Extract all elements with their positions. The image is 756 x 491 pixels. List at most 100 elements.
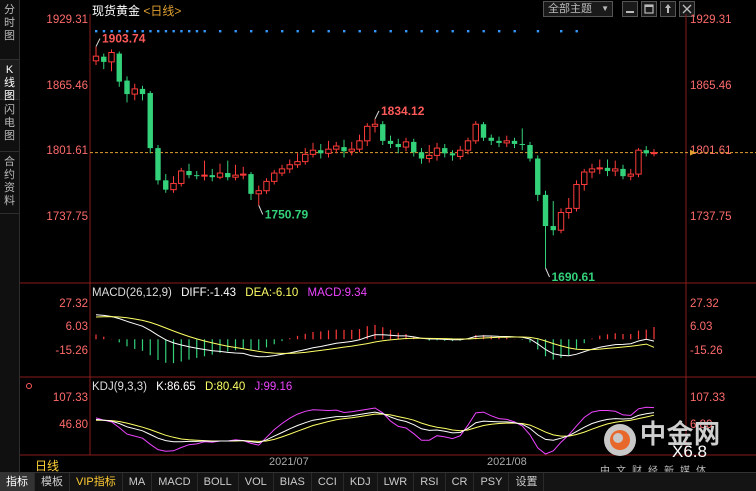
candle-body <box>108 52 115 63</box>
indicator-tab[interactable]: VOL <box>239 473 274 491</box>
watermark: 中金网 X6.8 中文财经新媒体 <box>600 418 756 477</box>
indicator-tab[interactable]: MACD <box>152 473 198 491</box>
indicator-tab[interactable]: BIAS <box>274 473 312 491</box>
indicator-toolbar: 指标 模板 VIP指标 MA MACD BOLL VOL BIAS CCI KDJ LWR RSI CR… <box>0 472 756 491</box>
signal-dot <box>188 30 191 33</box>
kdj-d-line <box>96 413 655 442</box>
signal-dot <box>482 30 485 33</box>
signal-dot <box>420 30 423 33</box>
signal-dot <box>296 30 299 33</box>
candle-body <box>124 80 130 95</box>
chart-window: 分时图 K线图 闪电图 合约资料 现货黄金 <日线> 全部主题 ▼ 1929.31 1… <box>0 0 756 491</box>
indicator-tab[interactable]: LWR <box>378 473 415 491</box>
candle-body <box>581 171 588 185</box>
candle-body <box>542 194 549 227</box>
candle-body <box>604 167 611 171</box>
candle-body <box>325 148 332 154</box>
candle-body <box>286 164 293 170</box>
candle-body <box>309 149 317 155</box>
candle-body <box>216 172 224 178</box>
annotation-leader <box>258 205 264 215</box>
candle-body <box>318 150 324 154</box>
signal-dot <box>358 30 361 33</box>
candle-body <box>620 168 626 177</box>
candle-body <box>333 145 340 150</box>
candle-body <box>364 125 371 142</box>
candle-body <box>418 152 425 159</box>
candle-body <box>240 173 247 176</box>
candle-body <box>527 144 533 159</box>
candle-body <box>573 183 580 209</box>
candle-body <box>170 182 177 191</box>
candle-body <box>395 143 401 148</box>
indicator-tab[interactable]: CCI <box>312 473 344 491</box>
signal-dot <box>312 30 315 33</box>
signal-dot <box>389 30 392 33</box>
candle-body <box>186 170 192 176</box>
candle-body <box>650 152 658 155</box>
indicator-tab[interactable]: CR <box>446 473 475 491</box>
candle-body <box>263 180 270 192</box>
annotation-leader <box>95 38 101 47</box>
indicator-tab[interactable]: 设置 <box>509 473 545 491</box>
candle-body <box>178 170 185 184</box>
candle-body <box>557 212 565 231</box>
candle-body <box>232 174 239 178</box>
signal-dot <box>203 30 206 33</box>
candle-body <box>131 88 138 95</box>
indicator-tab[interactable]: BOLL <box>198 473 239 491</box>
candle-body <box>457 149 464 157</box>
signal-dot <box>172 30 175 33</box>
brand-logo-icon <box>604 424 636 456</box>
candle-body <box>565 207 572 214</box>
signal-dot <box>374 30 377 33</box>
candle-body <box>480 124 487 138</box>
candle-body <box>147 93 153 149</box>
signal-dot <box>234 30 237 33</box>
candle-body <box>496 140 502 143</box>
current-price-marker <box>690 149 696 156</box>
candle-body <box>116 53 122 82</box>
candle-body <box>612 168 619 172</box>
annotation-leader <box>545 267 550 278</box>
candle-body <box>294 161 301 166</box>
signal-dot <box>467 30 470 33</box>
candle-body <box>101 56 107 62</box>
indicator-tab[interactable]: RSI <box>414 473 446 491</box>
indicator-tab[interactable]: MA <box>123 473 153 491</box>
signal-dot <box>451 30 454 33</box>
candle-body <box>596 167 603 170</box>
candle-body <box>588 168 596 173</box>
signal-dot <box>498 30 501 33</box>
signal-dot <box>536 30 540 33</box>
candle-body <box>302 153 309 163</box>
candle-body <box>201 174 208 177</box>
indicator-tab[interactable]: KDJ <box>344 473 378 491</box>
candle-body <box>488 137 494 141</box>
indicator-tab[interactable]: 指标 <box>0 473 35 491</box>
candle-body <box>348 148 355 152</box>
kdj-k-line <box>95 411 655 444</box>
candle-body <box>426 154 433 160</box>
signal-dot <box>265 30 268 33</box>
candle-body <box>248 174 254 194</box>
signal-dot <box>281 30 284 33</box>
signal-dot <box>195 30 199 33</box>
indicator-tab[interactable]: PSY <box>474 473 510 491</box>
indicator-tab[interactable]: 模板 <box>35 473 70 491</box>
candle-body <box>627 173 634 177</box>
indicator-tab[interactable]: VIP指标 <box>70 473 123 491</box>
candle-body <box>194 175 200 177</box>
candle-body <box>442 148 448 154</box>
signal-dot <box>95 30 98 33</box>
candle-body <box>503 140 510 144</box>
candle-body <box>356 140 363 150</box>
indicator-settings-icon[interactable] <box>26 383 32 389</box>
signal-dot <box>343 30 346 33</box>
candle-body <box>635 149 642 175</box>
candle-body <box>411 141 417 153</box>
signal-dot <box>560 30 563 33</box>
candle-body <box>155 148 161 181</box>
candle-body <box>271 172 278 182</box>
candle-body <box>209 175 215 178</box>
